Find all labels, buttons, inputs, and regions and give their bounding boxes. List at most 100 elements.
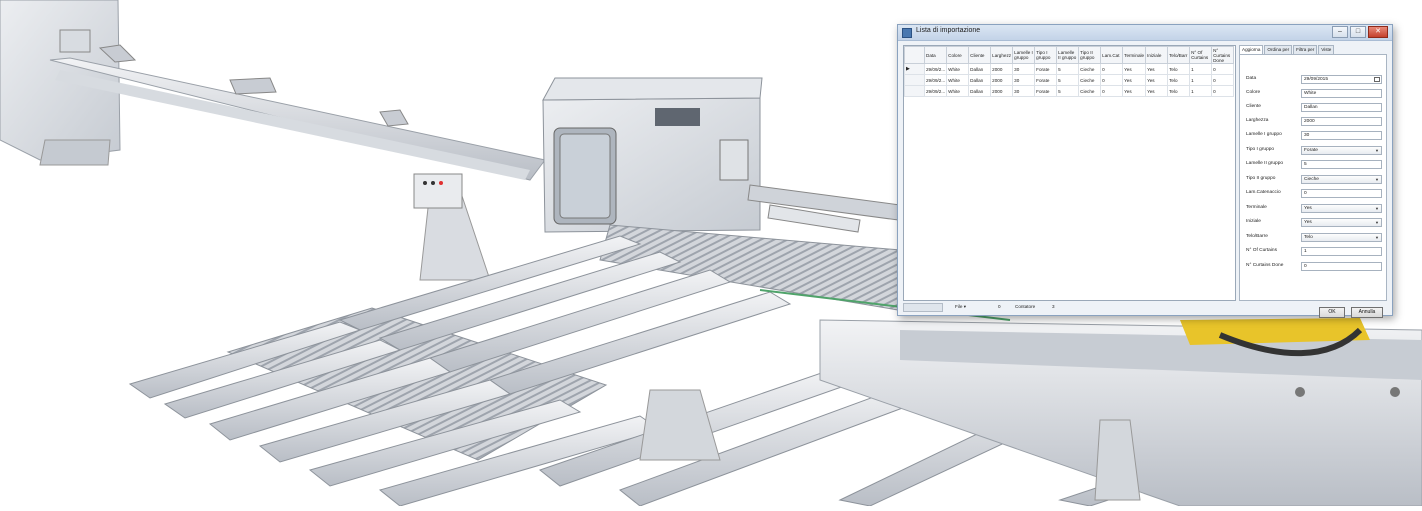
table-cell[interactable]: Yes <box>1122 85 1147 97</box>
table-cell[interactable]: Telo <box>1167 63 1191 75</box>
table-cell[interactable]: 0 <box>1100 85 1124 97</box>
column-header[interactable]: Colore <box>946 46 970 64</box>
window-title: Lista di importazione <box>916 27 981 34</box>
table-cell[interactable]: 5 <box>1056 63 1080 75</box>
background-scene: Lista di importazione – □ ✕ Data Colore … <box>0 0 1422 507</box>
column-header[interactable]: Lam.Cat <box>1100 46 1124 64</box>
table-cell[interactable]: Yes <box>1145 74 1169 86</box>
table-cell[interactable]: 0 <box>1211 63 1235 75</box>
table-cell[interactable]: 0 <box>1211 85 1235 97</box>
table-cell[interactable]: 1 <box>1189 85 1213 97</box>
maximize-button[interactable]: □ <box>1350 26 1366 38</box>
title-bar[interactable]: Lista di importazione – □ ✕ <box>898 25 1392 41</box>
tab-filtra-per[interactable]: Filtra per <box>1293 45 1318 54</box>
row-header[interactable] <box>904 74 925 86</box>
close-button[interactable]: ✕ <box>1368 26 1388 38</box>
annulla-button[interactable]: Annulla <box>1351 307 1383 318</box>
ok-button[interactable]: OK <box>1319 307 1345 318</box>
calendar-icon[interactable] <box>1374 77 1380 82</box>
lam-catenaccio-input[interactable]: 0 <box>1301 189 1382 198</box>
field-row-lamelle-ii-gruppo: Lamelle II gruppo 5 <box>1246 160 1382 169</box>
field-row-tipo-i-gruppo: Tipo I gruppo Forate <box>1246 146 1382 155</box>
column-header[interactable]: Cliente <box>968 46 992 64</box>
table-cell[interactable]: White <box>946 85 970 97</box>
table-cell[interactable]: Dallan <box>968 63 992 75</box>
column-header[interactable]: Telo/Barr <box>1167 46 1191 64</box>
table-cell[interactable]: Cieche <box>1078 63 1102 75</box>
table-cell[interactable]: Telo <box>1167 85 1191 97</box>
status-bar: File ▾ 0 Contatore 3 <box>903 303 1236 313</box>
table-cell[interactable]: Yes <box>1145 85 1169 97</box>
table-cell[interactable]: 29/09/2... <box>923 74 948 86</box>
table-row[interactable]: 29/09/2... White Dallan 2000 30 Forate 5… <box>904 85 1235 97</box>
tab-ordina-per[interactable]: Ordina per <box>1264 45 1293 54</box>
column-header[interactable]: N° Curtains Done <box>1211 46 1235 64</box>
table-cell[interactable]: 30 <box>1012 74 1036 86</box>
row-header[interactable] <box>904 85 925 97</box>
tab-viste[interactable]: Viste <box>1318 45 1335 54</box>
status-progress-box <box>903 303 943 312</box>
table-cell[interactable]: Dallan <box>968 85 992 97</box>
table-cell[interactable]: 2000 <box>990 63 1014 75</box>
table-cell[interactable]: Yes <box>1145 63 1169 75</box>
telo-barre-select[interactable]: Telo <box>1301 233 1382 242</box>
column-header[interactable]: N° Of Curtains <box>1189 46 1213 64</box>
column-header[interactable]: Tipo I gruppo <box>1034 46 1058 64</box>
column-header[interactable]: Larghezz <box>990 46 1014 64</box>
table-cell[interactable]: 2000 <box>990 74 1014 86</box>
table-cell[interactable]: Cieche <box>1078 85 1102 97</box>
table-cell[interactable]: White <box>946 63 970 75</box>
column-header[interactable]: Terminale <box>1122 46 1147 64</box>
file-label: File <box>955 304 963 309</box>
table-cell[interactable]: 5 <box>1056 85 1080 97</box>
cliente-input[interactable]: Dallan <box>1301 103 1382 112</box>
table-cell[interactable]: Forate <box>1034 63 1058 75</box>
table-cell[interactable]: 1 <box>1189 74 1213 86</box>
table-cell[interactable]: 29/09/2... <box>923 63 948 75</box>
column-header[interactable]: Lamelle II gruppo <box>1056 46 1080 64</box>
larghezza-input[interactable]: 2000 <box>1301 117 1382 126</box>
tab-aggiorna[interactable]: Aggiorna <box>1239 45 1264 54</box>
field-label: Terminale <box>1246 205 1267 210</box>
field-row-terminale: Terminale Yes <box>1246 204 1382 213</box>
column-header[interactable]: Lamelle I gruppo <box>1012 46 1036 64</box>
table-cell[interactable]: Yes <box>1122 74 1147 86</box>
table-cell[interactable]: Yes <box>1122 63 1147 75</box>
field-row-iniziale: Iniziale Yes <box>1246 218 1382 227</box>
column-header[interactable]: Data <box>923 46 948 64</box>
file-dropdown[interactable]: File ▾ <box>955 304 966 310</box>
minimize-button[interactable]: – <box>1332 26 1348 38</box>
table-cell[interactable]: 30 <box>1012 63 1036 75</box>
table-row[interactable]: 29/09/2... White Dallan 2000 30 Forate 5… <box>904 74 1235 86</box>
table-cell[interactable]: Dallan <box>968 74 992 86</box>
table-cell[interactable]: 0 <box>1100 63 1124 75</box>
table-cell[interactable]: White <box>946 74 970 86</box>
table-cell[interactable]: Telo <box>1167 74 1191 86</box>
current-row-marker[interactable]: ▶ <box>904 63 925 75</box>
table-cell[interactable]: 5 <box>1056 74 1080 86</box>
terminale-select[interactable]: Yes <box>1301 204 1382 213</box>
table-row[interactable]: ▶ 29/09/2... White Dallan 2000 30 Forate… <box>904 63 1235 75</box>
colore-input[interactable]: White <box>1301 89 1382 98</box>
curtains-input[interactable]: 1 <box>1301 247 1382 256</box>
table-cell[interactable]: Forate <box>1034 85 1058 97</box>
import-grid[interactable]: Data Colore Cliente Larghezz Lamelle I g… <box>903 45 1236 301</box>
table-cell[interactable]: 0 <box>1100 74 1124 86</box>
curtains-done-input[interactable]: 0 <box>1301 262 1382 271</box>
iniziale-select[interactable]: Yes <box>1301 218 1382 227</box>
column-header[interactable]: Tipo II gruppo <box>1078 46 1102 64</box>
table-cell[interactable]: 2000 <box>990 85 1014 97</box>
column-header[interactable]: Iniziale <box>1145 46 1169 64</box>
table-cell[interactable]: Cieche <box>1078 74 1102 86</box>
chevron-down-icon: ▾ <box>963 304 966 309</box>
date-picker[interactable]: 29/09/2015 <box>1301 75 1382 84</box>
table-cell[interactable]: 30 <box>1012 85 1036 97</box>
lamelle-i-gruppo-input[interactable]: 30 <box>1301 131 1382 140</box>
table-cell[interactable]: 29/09/2... <box>923 85 948 97</box>
table-cell[interactable]: 1 <box>1189 63 1213 75</box>
table-cell[interactable]: Forate <box>1034 74 1058 86</box>
lamelle-ii-gruppo-input[interactable]: 5 <box>1301 160 1382 169</box>
tipo-ii-gruppo-select[interactable]: Cieche <box>1301 175 1382 184</box>
tipo-i-gruppo-select[interactable]: Forate <box>1301 146 1382 155</box>
table-cell[interactable]: 0 <box>1211 74 1235 86</box>
